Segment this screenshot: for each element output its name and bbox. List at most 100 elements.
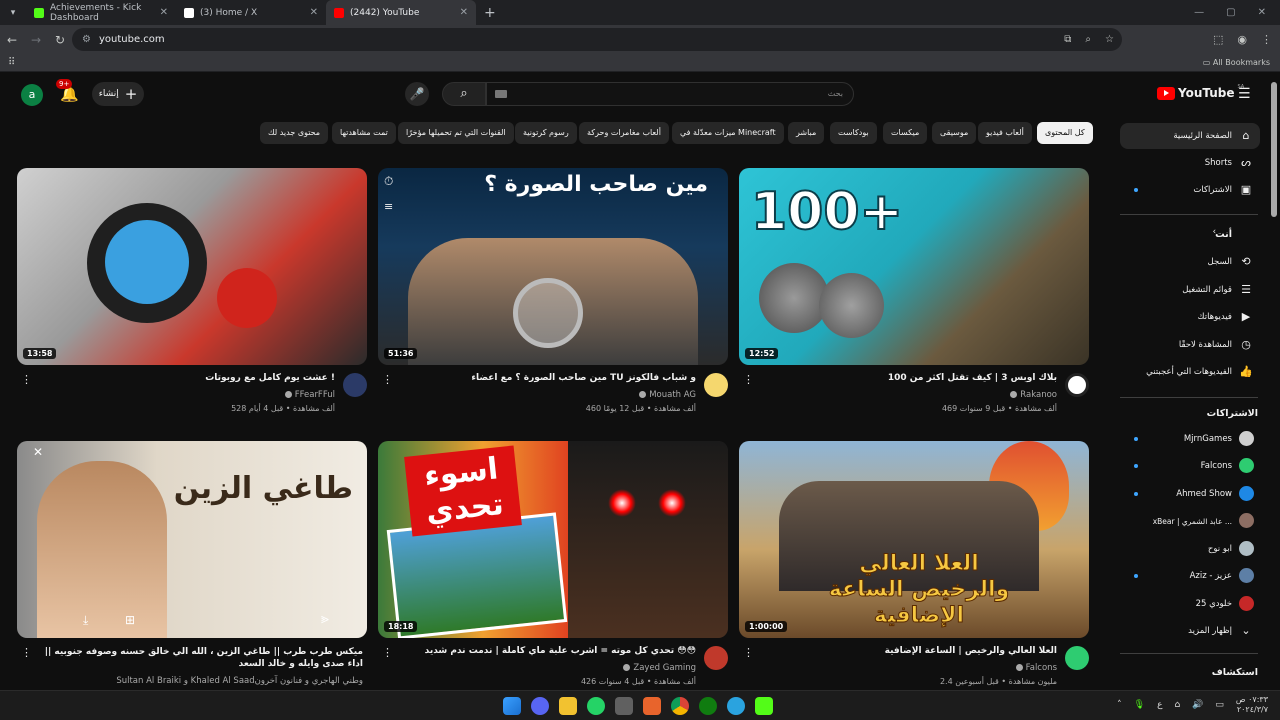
more-actions-icon[interactable]: ⋮	[382, 646, 393, 659]
video-thumbnail[interactable]: 13:58	[17, 168, 367, 365]
browser-tab-youtube[interactable]: (2442) YouTube ✕	[326, 0, 476, 25]
zoom-icon[interactable]: ⌕	[1085, 34, 1091, 45]
omnibox[interactable]: ⚙ youtube.com ⧉ ⌕ ☆	[72, 28, 1122, 51]
input-language[interactable]: ع	[1157, 700, 1162, 710]
sidebar-item-home[interactable]: الصفحة الرئيسية ⌂	[1120, 123, 1260, 149]
chip-all[interactable]: كل المحتوى	[1037, 122, 1093, 144]
chip-music[interactable]: موسيقى	[932, 122, 977, 144]
more-actions-icon[interactable]: ⋮	[21, 646, 32, 659]
chip-podcasts[interactable]: بودكاست	[830, 122, 877, 144]
video-card[interactable]: العلا العالي والرخيص الساعة الإضافية 1:0…	[739, 441, 1089, 692]
telegram-icon[interactable]	[727, 697, 745, 715]
youtube-logo[interactable]: YouTube SA	[1157, 84, 1244, 100]
calculator-icon[interactable]	[615, 697, 633, 715]
guide-menu-icon[interactable]: ☰	[1238, 86, 1251, 102]
discord-icon[interactable]	[531, 697, 549, 715]
tab-close-icon[interactable]: ✕	[160, 7, 168, 18]
create-button[interactable]: إنشاء +	[92, 82, 144, 106]
browser-menu-icon[interactable]: ⋮	[1261, 33, 1272, 46]
chip-adventure-games[interactable]: ألعاب مغامرات وحركة	[579, 122, 669, 144]
video-thumbnail[interactable]: مين صاحب الصورة ؟ ⏱ ≡ 51:36	[378, 168, 728, 365]
chip-cartoons[interactable]: رسوم كرتونية	[515, 122, 577, 144]
video-thumbnail[interactable]: العلا العالي والرخيص الساعة الإضافية 1:0…	[739, 441, 1089, 638]
apps-grid-icon[interactable]: ⠿	[8, 57, 15, 68]
more-actions-icon[interactable]: ⋮	[743, 373, 754, 386]
sidebar-item-shorts[interactable]: Shorts ᔕ	[1120, 150, 1260, 176]
sidebar-item-history[interactable]: السجل ⟲	[1120, 249, 1260, 275]
video-title[interactable]: مين صاحب الصورة ؟ مع اعضاء TU و شباب فال…	[396, 373, 696, 383]
channel-name[interactable]: Rakanoo	[1007, 390, 1057, 400]
battery-icon[interactable]: ▭	[1215, 700, 1224, 710]
network-icon[interactable]: ⌂	[1174, 700, 1180, 710]
sidebar-subscription-item[interactable]: Aziz - عزيز	[1120, 563, 1260, 589]
video-title[interactable]: عشت يوم كامل مع روبوتات !	[35, 373, 335, 383]
browser-tab-x[interactable]: (3) Home / X ✕	[176, 0, 326, 25]
profile-icon[interactable]: ◉	[1237, 33, 1247, 46]
channel-avatar[interactable]	[1065, 373, 1089, 397]
sidebar-you-heading[interactable]: أنت ‹	[1120, 221, 1260, 247]
sidebar-subscription-item[interactable]: MjrnGames	[1120, 426, 1260, 452]
video-title[interactable]: بلاك اوبس 3 | كيف تقتل اكثر من 100	[757, 373, 1057, 383]
channel-name[interactable]: Mouath AG	[636, 390, 696, 400]
sidebar-subscription-item[interactable]: خلودي 25	[1120, 591, 1260, 617]
taskbar-clock[interactable]: ٠٧:٣٣ ص ٢٠٢٤/٣/٧	[1236, 695, 1268, 715]
sidebar-item-your-videos[interactable]: فيديوهاتك ▶	[1120, 304, 1260, 330]
next-icon[interactable]: ⪢	[321, 611, 329, 627]
back-icon[interactable]: ←	[0, 33, 24, 47]
video-card[interactable]: 13:58 عشت يوم كامل مع روبوتات ! FFearFFu…	[17, 168, 367, 419]
mic-tray-icon[interactable]: 🎙	[1134, 700, 1145, 710]
sidebar-subscription-item[interactable]: ابو نوح	[1120, 536, 1260, 562]
forward-icon[interactable]: →	[24, 33, 48, 47]
extensions-icon[interactable]: ⬚	[1213, 33, 1223, 46]
chip-video-games[interactable]: ألعاب فيديو	[978, 122, 1032, 144]
chip-mixes[interactable]: ميكسات	[883, 122, 928, 144]
chip-minecraft-mods[interactable]: ميزات معدّلة في Minecraft	[672, 122, 784, 144]
video-title[interactable]: تحدي كل موته = اشرب علبة ماي كاملة | ندم…	[396, 646, 696, 656]
url-text[interactable]: youtube.com	[99, 34, 165, 45]
tab-search-dropdown[interactable]: ▾	[0, 8, 26, 18]
chip-live[interactable]: مباشر	[788, 122, 825, 144]
channel-name[interactable]: Sultan Al Braiki و Khaled Al Saadوطني ال…	[116, 676, 363, 686]
new-tab-button[interactable]: +	[476, 5, 504, 21]
volume-icon[interactable]: 🔊	[1192, 700, 1203, 710]
office-icon[interactable]	[643, 697, 661, 715]
sidebar-item-playlists[interactable]: قوائم التشغيل ☰	[1120, 277, 1260, 303]
clock-icon[interactable]: ⏱	[384, 174, 393, 189]
channel-avatar[interactable]	[704, 646, 728, 670]
tab-close-icon[interactable]: ✕	[310, 7, 318, 18]
close-overlay-icon[interactable]: ✕	[33, 445, 43, 459]
channel-name[interactable]: Falcons	[1013, 663, 1057, 673]
maximize-icon[interactable]: ▢	[1226, 7, 1235, 18]
video-card[interactable]: 100+ 12:52 بلاك اوبس 3 | كيف تقتل اكثر م…	[739, 168, 1089, 419]
cast-icon[interactable]: ⧉	[1064, 34, 1071, 45]
video-card[interactable]: اسوء تحدي 18:18 تحدي كل موته = اشرب علبة…	[378, 441, 728, 692]
more-actions-icon[interactable]: ⋮	[382, 373, 393, 386]
keyboard-icon[interactable]	[495, 90, 507, 98]
more-actions-icon[interactable]: ⋮	[21, 373, 32, 386]
channel-name[interactable]: Zayed Gaming	[620, 663, 696, 673]
sidebar-subscription-item[interactable]: Ahmed Show	[1120, 481, 1260, 507]
minimize-icon[interactable]: —	[1194, 7, 1204, 18]
page-scrollbar[interactable]	[1271, 82, 1277, 217]
windows-start-icon[interactable]	[503, 697, 521, 715]
sidebar-item-liked-videos[interactable]: الفيديوهات التي أعجبتني 👍	[1120, 359, 1260, 385]
close-window-icon[interactable]: ✕	[1258, 7, 1266, 18]
reload-icon[interactable]: ↻	[48, 33, 72, 47]
browser-tab-kick[interactable]: Achievements - Kick Dashboard ✕	[26, 0, 176, 25]
channel-avatar[interactable]	[704, 373, 728, 397]
voice-search-mic-icon[interactable]: 🎤	[405, 82, 429, 106]
site-info-icon[interactable]: ⚙	[82, 34, 91, 45]
video-title[interactable]: العلا العالي والرخيص | الساعة الإضافية	[757, 646, 1057, 656]
chip-new-to-you[interactable]: محتوى جديد لك	[260, 122, 329, 144]
tab-close-icon[interactable]: ✕	[460, 7, 468, 18]
chrome-icon[interactable]	[671, 697, 689, 715]
bookmark-star-icon[interactable]: ☆	[1105, 34, 1114, 45]
notifications-bell-icon[interactable]: 🔔 9+	[56, 79, 79, 103]
sidebar-show-more[interactable]: إظهار المزيد ⌄	[1120, 618, 1260, 644]
chip-recently-uploaded[interactable]: القنوات التي تم تحميلها مؤخرًا	[398, 122, 514, 144]
channel-avatar[interactable]	[1065, 646, 1089, 670]
xbox-icon[interactable]	[699, 697, 717, 715]
download-icon[interactable]: ⤓	[83, 613, 88, 628]
all-bookmarks-button[interactable]: ▭ All Bookmarks	[1203, 58, 1270, 67]
sidebar-item-subscriptions[interactable]: الاشتراكات ▣	[1120, 177, 1260, 203]
